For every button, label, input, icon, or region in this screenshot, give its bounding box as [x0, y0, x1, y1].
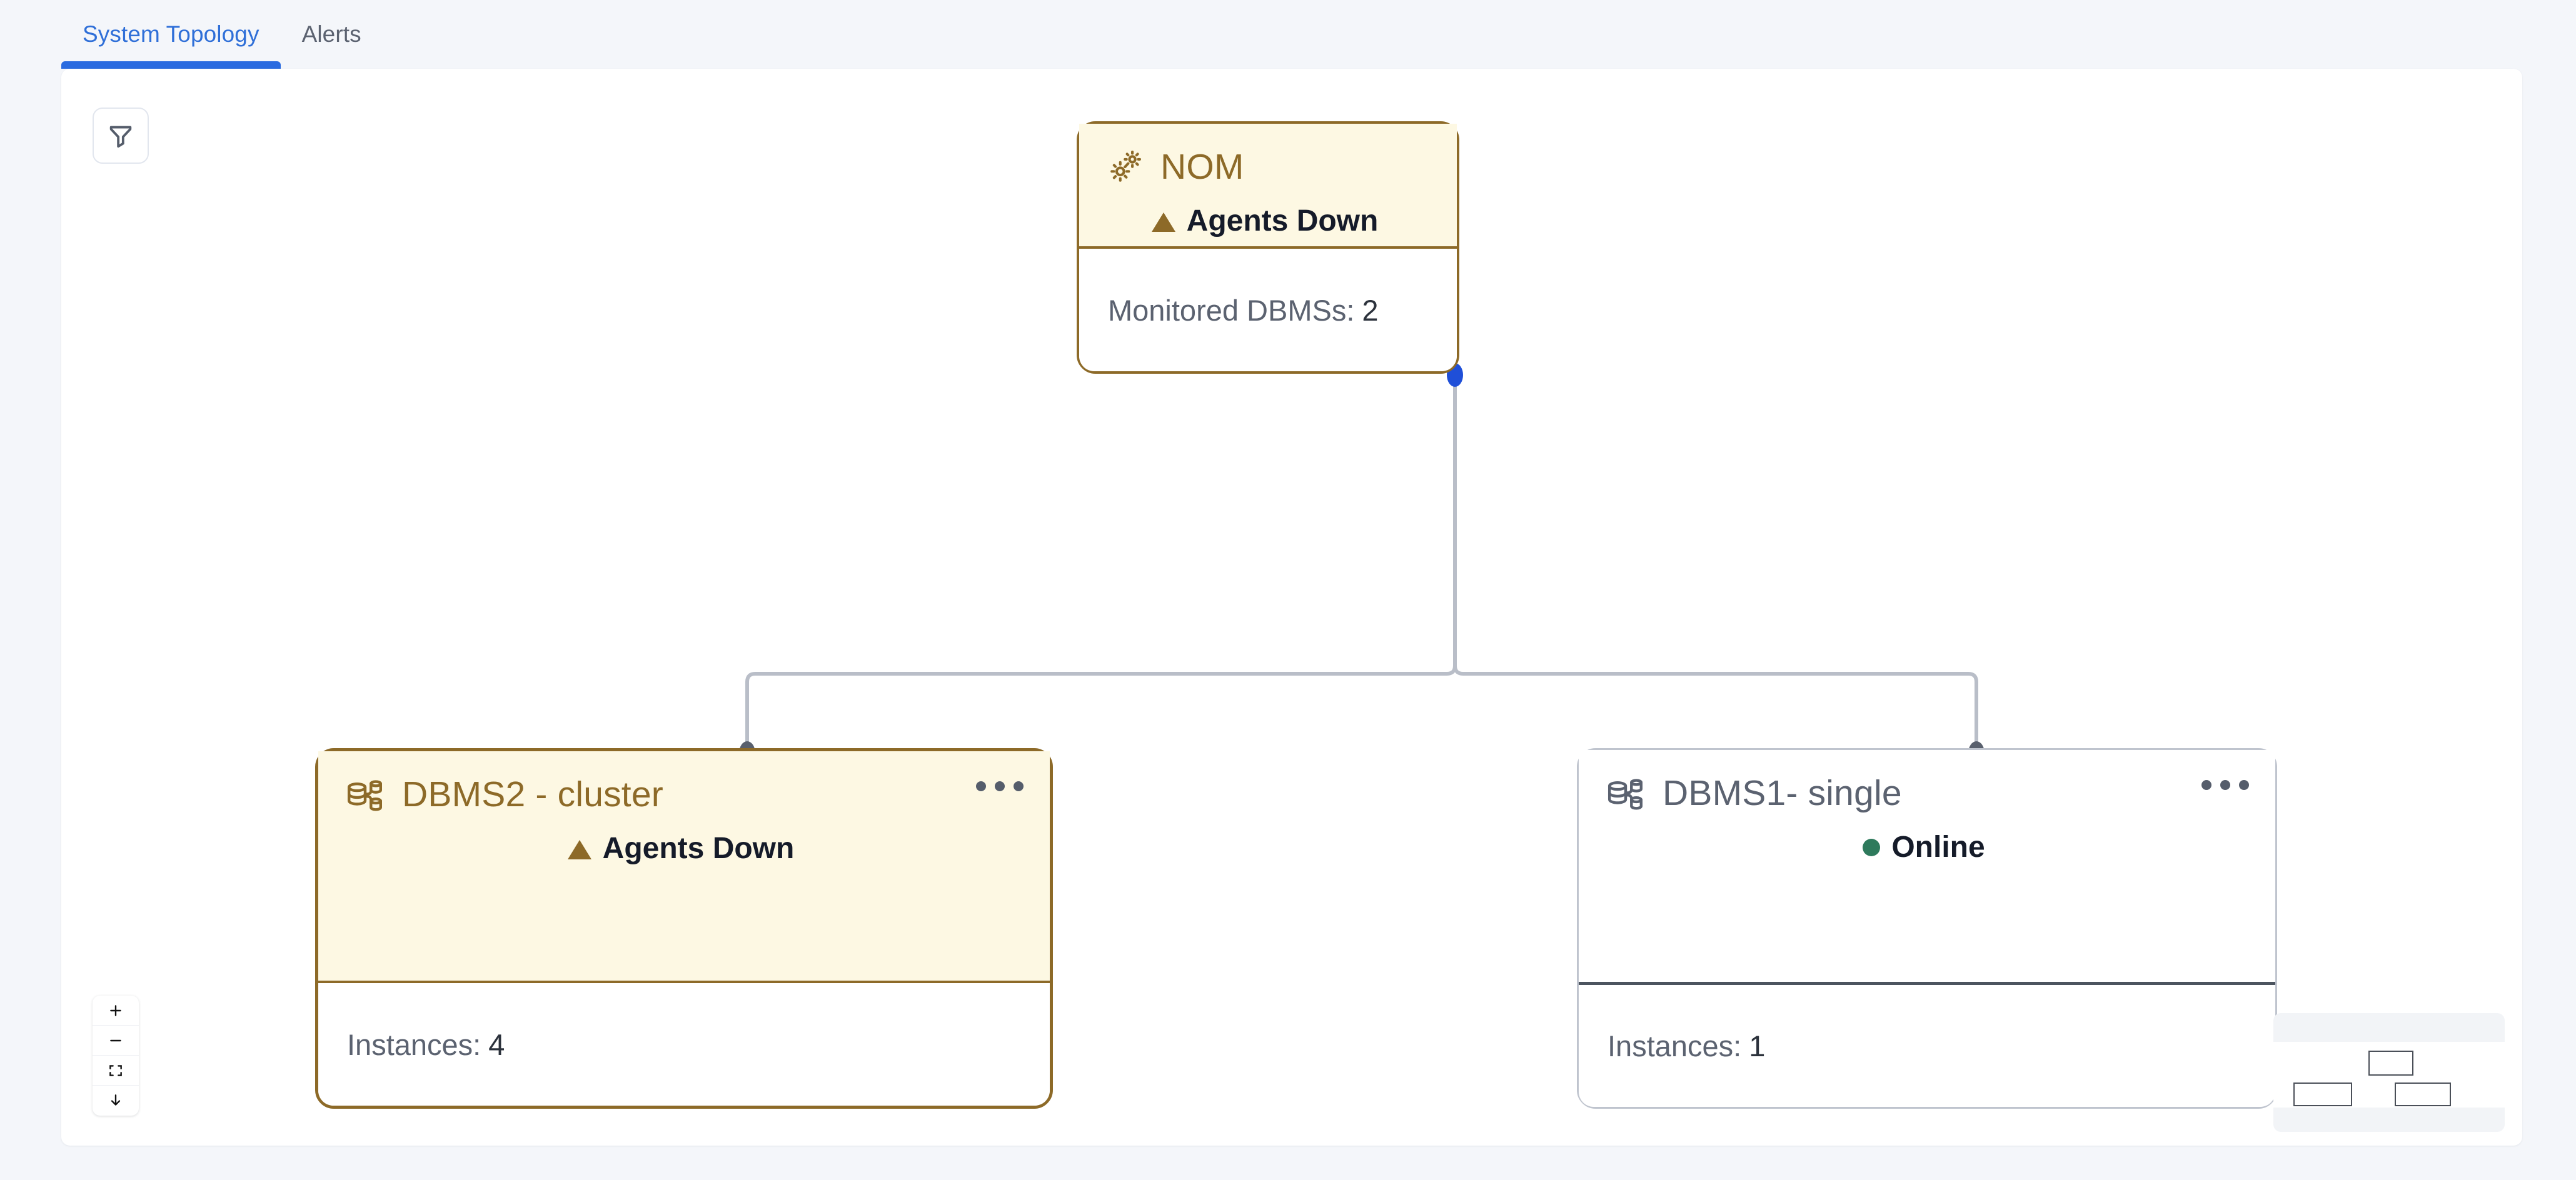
minimap-node-dbms2 — [2293, 1082, 2352, 1106]
node-nom-footer-label: Monitored DBMSs: — [1108, 293, 1355, 327]
minimap-node-dbms1 — [2395, 1082, 2451, 1106]
node-dbms1-title-row: DBMS1- single — [1579, 750, 2275, 814]
minimap[interactable] — [2273, 1013, 2505, 1132]
node-nom-footer: Monitored DBMSs: 2 — [1079, 246, 1457, 371]
node-nom-footer-value: 2 — [1362, 293, 1379, 327]
node-dbms1-footer-label: Instances: — [1607, 1029, 1742, 1062]
node-dbms2-more-options-icon[interactable] — [976, 781, 1024, 791]
warning-triangle-icon — [1151, 212, 1175, 232]
node-nom-title-row: NOM — [1079, 124, 1457, 188]
tab-alerts-label: Alerts — [301, 21, 361, 47]
node-dbms2-status: Agents Down — [318, 831, 1050, 866]
minimap-node-nom — [2368, 1051, 2413, 1076]
tab-system-topology-label: System Topology — [83, 21, 259, 47]
node-dbms1-footer-value: 1 — [1749, 1029, 1766, 1062]
node-nom-status-label: Agents Down — [1186, 204, 1379, 238]
arrow-down-icon — [111, 1094, 121, 1106]
node-dbms1-title: DBMS1- single — [1663, 773, 1902, 813]
tab-alerts[interactable]: Alerts — [281, 0, 383, 69]
zoom-controls — [93, 996, 139, 1116]
node-dbms2-header: DBMS2 - cluster Agents Down — [318, 751, 1050, 981]
node-dbms1-status: Online — [1579, 830, 2275, 864]
node-nom-header: NOM Agents Down — [1079, 124, 1457, 246]
node-dbms1-footer: Instances: 1 — [1579, 982, 2275, 1107]
node-nom-title: NOM — [1160, 147, 1244, 187]
node-nom[interactable]: NOM Agents Down Monitored DBMSs: 2 — [1077, 121, 1459, 374]
node-dbms2-title-row: DBMS2 - cluster — [318, 751, 1050, 815]
topology-canvas[interactable]: NOM Agents Down Monitored DBMSs: 2 DBMS2… — [61, 69, 2522, 1146]
filter-button[interactable] — [93, 108, 149, 164]
node-dbms2[interactable]: DBMS2 - cluster Agents Down Instances: 4 — [315, 748, 1053, 1109]
plus-icon — [110, 1004, 121, 1016]
download-button[interactable] — [93, 1086, 139, 1116]
node-dbms2-footer-label: Instances: — [347, 1028, 481, 1061]
minus-icon — [110, 1039, 121, 1041]
node-dbms1[interactable]: DBMS1- single Online Instances: 1 — [1577, 748, 2277, 1109]
zoom-out-button[interactable] — [93, 1026, 139, 1056]
tab-bar: System Topology Alerts — [0, 0, 2576, 69]
node-dbms1-more-options-icon[interactable] — [2201, 780, 2249, 790]
node-dbms1-status-label: Online — [1891, 831, 1985, 864]
node-dbms2-footer-value: 4 — [488, 1028, 505, 1061]
node-dbms1-header: DBMS1- single Online — [1579, 750, 2275, 982]
node-dbms2-footer: Instances: 4 — [318, 981, 1050, 1106]
database-cluster-icon — [347, 780, 382, 811]
fit-view-button[interactable] — [93, 1056, 139, 1086]
fit-view-icon — [109, 1064, 122, 1076]
zoom-in-button[interactable] — [93, 996, 139, 1026]
tab-system-topology[interactable]: System Topology — [61, 0, 281, 69]
status-dot-icon — [1863, 838, 1881, 856]
minimap-viewport — [2273, 1042, 2505, 1108]
node-nom-status: Agents Down — [1079, 204, 1457, 238]
node-dbms2-status-label: Agents Down — [602, 832, 795, 865]
gears-icon — [1110, 151, 1141, 182]
database-cluster-icon — [1607, 779, 1643, 810]
filter-funnel-icon — [109, 126, 132, 148]
node-dbms2-title: DBMS2 - cluster — [402, 774, 663, 814]
warning-triangle-icon — [567, 840, 591, 859]
